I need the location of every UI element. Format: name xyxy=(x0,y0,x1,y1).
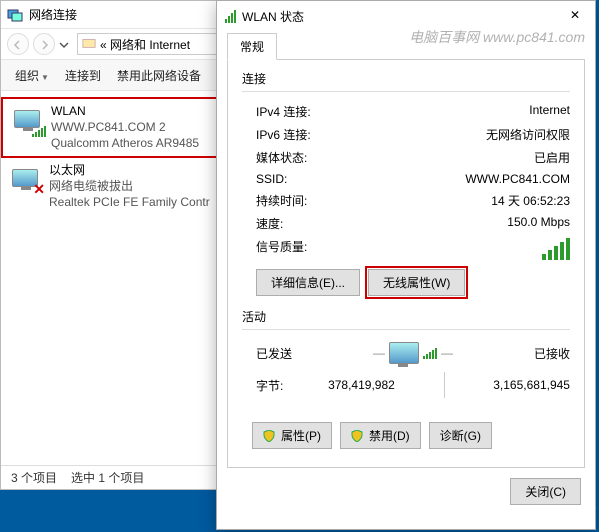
wlan-adapter-icon xyxy=(11,103,43,135)
forward-button[interactable] xyxy=(33,33,55,55)
nc-statusbar: 3 个项目 选中 1 个项目 xyxy=(1,465,225,489)
wifi-icon xyxy=(225,10,236,23)
address-bar[interactable]: « 网络和 Internet xyxy=(77,33,219,55)
tab-general[interactable]: 常规 xyxy=(227,33,277,60)
back-button[interactable] xyxy=(7,33,29,55)
ipv6-value: 无网络访问权限 xyxy=(486,126,570,143)
ipv6-label: IPv6 连接: xyxy=(256,126,311,143)
close-icon: ✕ xyxy=(570,8,580,22)
signal-bars-icon xyxy=(542,238,570,260)
bottom-buttons: 属性(P) 禁用(D) 诊断(G) xyxy=(242,414,570,457)
bytes-recv-value: 3,165,681,945 xyxy=(493,378,570,392)
tab-content: 连接 IPv4 连接: Internet IPv6 连接: 无网络访问权限 媒体状态… xyxy=(227,59,585,468)
connection-header: 连接 xyxy=(242,70,570,92)
signal-value xyxy=(542,238,570,260)
bytes-sent-value: 378,419,982 xyxy=(328,378,395,392)
disable-device-menu[interactable]: 禁用此网络设备 xyxy=(111,64,207,87)
nc-title: 网络连接 xyxy=(29,6,77,23)
details-button[interactable]: 详细信息(E)... xyxy=(256,269,360,296)
ssid-value: WWW.PC841.COM xyxy=(465,172,570,186)
signal-bars-icon xyxy=(32,126,46,137)
media-label: 媒体状态: xyxy=(256,149,307,166)
sent-label: 已发送 xyxy=(256,345,292,362)
nc-titlebar[interactable]: 网络连接 xyxy=(1,1,225,29)
bytes-label: 字节: xyxy=(256,377,283,394)
wlan-status-dialog: WLAN 状态 ✕ 电脑百事网 www.pc841.com 常规 连接 IPv4… xyxy=(216,0,596,530)
activity-group: 活动 已发送 — — 已接收 字节: 378,419,982 3,165,681… xyxy=(242,308,570,402)
ipv4-label: IPv4 连接: xyxy=(256,103,311,120)
adapter-status: 网络电缆被拔出 xyxy=(49,178,210,194)
network-connections-window: 网络连接 « 网络和 Internet 组织▼ 连接到 禁用此网络设备 WLAN… xyxy=(0,0,226,490)
signal-label: 信号质量: xyxy=(256,238,307,260)
tabstrip: 常规 xyxy=(217,31,595,59)
close-button[interactable]: ✕ xyxy=(555,1,595,29)
media-value: 已启用 xyxy=(534,149,570,166)
wireless-properties-button[interactable]: 无线属性(W) xyxy=(368,269,465,296)
breadcrumb: « 网络和 Internet xyxy=(100,36,190,53)
chevron-down-icon[interactable] xyxy=(59,39,69,49)
chevron-down-icon: ▼ xyxy=(41,73,49,82)
adapter-ethernet[interactable]: ✕ 以太网 网络电缆被拔出 Realtek PCIe FE Family Con… xyxy=(1,158,225,215)
properties-button[interactable]: 属性(P) xyxy=(252,422,332,449)
close-dialog-button[interactable]: 关闭(C) xyxy=(510,478,581,505)
arrow-left-icon xyxy=(13,39,23,49)
status-title: WLAN 状态 xyxy=(242,8,304,25)
folder-icon xyxy=(82,36,96,53)
disable-button[interactable]: 禁用(D) xyxy=(340,422,421,449)
shield-icon xyxy=(263,430,275,442)
duration-label: 持续时间: xyxy=(256,192,307,209)
duration-value: 14 天 06:52:23 xyxy=(491,192,570,209)
selection-count: 选中 1 个项目 xyxy=(71,469,144,486)
adapter-device: Realtek PCIe FE Family Contr xyxy=(49,194,210,210)
adapter-device: Qualcomm Atheros AR9485 xyxy=(51,135,199,151)
adapter-status: WWW.PC841.COM 2 xyxy=(51,119,199,135)
adapter-name: 以太网 xyxy=(49,162,210,178)
adapter-name: WLAN xyxy=(51,103,199,119)
organize-menu[interactable]: 组织▼ xyxy=(9,64,55,87)
separator xyxy=(444,372,445,398)
connection-group: 连接 IPv4 连接: Internet IPv6 连接: 无网络访问权限 媒体状态… xyxy=(242,70,570,296)
ipv4-value: Internet xyxy=(529,103,570,120)
speed-label: 速度: xyxy=(256,215,283,232)
network-icon xyxy=(7,7,23,23)
ethernet-adapter-icon: ✕ xyxy=(9,162,41,194)
disconnected-icon: ✕ xyxy=(33,181,45,198)
adapter-wlan[interactable]: WLAN WWW.PC841.COM 2 Qualcomm Atheros AR… xyxy=(1,97,225,158)
activity-header: 活动 xyxy=(242,308,570,330)
shield-icon xyxy=(351,430,363,442)
activity-icon: — — xyxy=(373,342,453,364)
nc-navbar: « 网络和 Internet xyxy=(1,29,225,59)
connect-to-menu[interactable]: 连接到 xyxy=(59,64,107,87)
speed-value: 150.0 Mbps xyxy=(507,215,570,232)
recv-label: 已接收 xyxy=(534,345,570,362)
arrow-right-icon xyxy=(39,39,49,49)
adapter-list: WLAN WWW.PC841.COM 2 Qualcomm Atheros AR… xyxy=(1,91,225,220)
status-titlebar[interactable]: WLAN 状态 ✕ xyxy=(217,1,595,31)
item-count: 3 个项目 xyxy=(11,469,57,486)
nc-command-bar: 组织▼ 连接到 禁用此网络设备 xyxy=(1,59,225,91)
diagnose-button[interactable]: 诊断(G) xyxy=(429,422,492,449)
ssid-label: SSID: xyxy=(256,172,287,186)
